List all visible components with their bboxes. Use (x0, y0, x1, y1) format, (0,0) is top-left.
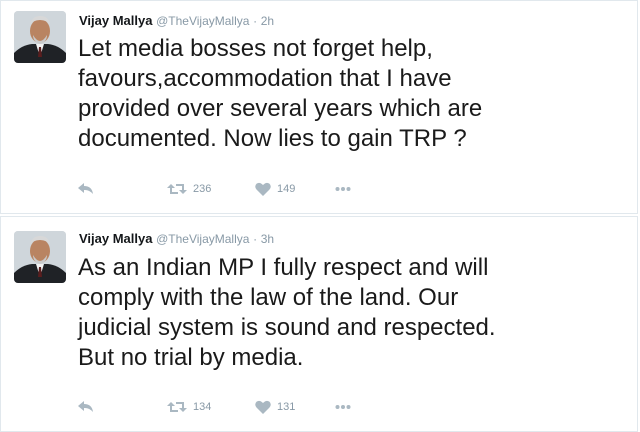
heart-icon (255, 400, 271, 414)
retweet-icon (167, 402, 187, 412)
tweet-card[interactable]: Vijay Mallya @TheVijayMallya · 2h Let me… (0, 0, 638, 214)
reply-button[interactable] (77, 400, 167, 414)
retweet-count: 236 (193, 183, 212, 195)
tweet-text: Let media bosses not forget help, favour… (78, 35, 483, 152)
tweet-card[interactable]: Vijay Mallya @TheVijayMallya · 3h As an … (0, 216, 638, 432)
timestamp[interactable]: 2h (261, 14, 274, 28)
more-button[interactable] (335, 404, 351, 410)
reply-icon (78, 183, 93, 194)
author-name[interactable]: Vijay Mallya (79, 13, 152, 28)
tweet-header: Vijay Mallya @TheVijayMallya · 3h (79, 231, 274, 246)
author-name[interactable]: Vijay Mallya (79, 231, 152, 246)
more-icon (335, 187, 351, 191)
tweet-actions: 236 149 (77, 181, 351, 197)
avatar[interactable] (14, 11, 66, 63)
retweet-button[interactable]: 236 (167, 182, 255, 196)
like-count: 131 (277, 401, 296, 413)
separator: · (253, 14, 258, 28)
heart-icon (255, 182, 271, 196)
separator: · (253, 232, 258, 246)
like-button[interactable]: 131 (255, 400, 335, 414)
author-handle[interactable]: @TheVijayMallya (156, 14, 249, 28)
like-count: 149 (277, 183, 296, 195)
like-button[interactable]: 149 (255, 182, 335, 196)
retweet-button[interactable]: 134 (167, 400, 255, 414)
timestamp[interactable]: 3h (261, 232, 274, 246)
avatar[interactable] (14, 231, 66, 283)
reply-button[interactable] (77, 182, 167, 196)
tweet-header: Vijay Mallya @TheVijayMallya · 2h (79, 13, 274, 28)
more-button[interactable] (335, 186, 351, 192)
more-icon (335, 405, 351, 409)
author-handle[interactable]: @TheVijayMallya (156, 232, 249, 246)
tweet-feed: Vijay Mallya @TheVijayMallya · 2h Let me… (0, 0, 640, 432)
tweet-text: As an Indian MP I fully respect and will… (78, 254, 496, 371)
retweet-count: 134 (193, 401, 212, 413)
retweet-icon (167, 184, 187, 194)
tweet-actions: 134 131 (77, 399, 351, 415)
reply-icon (78, 401, 93, 412)
